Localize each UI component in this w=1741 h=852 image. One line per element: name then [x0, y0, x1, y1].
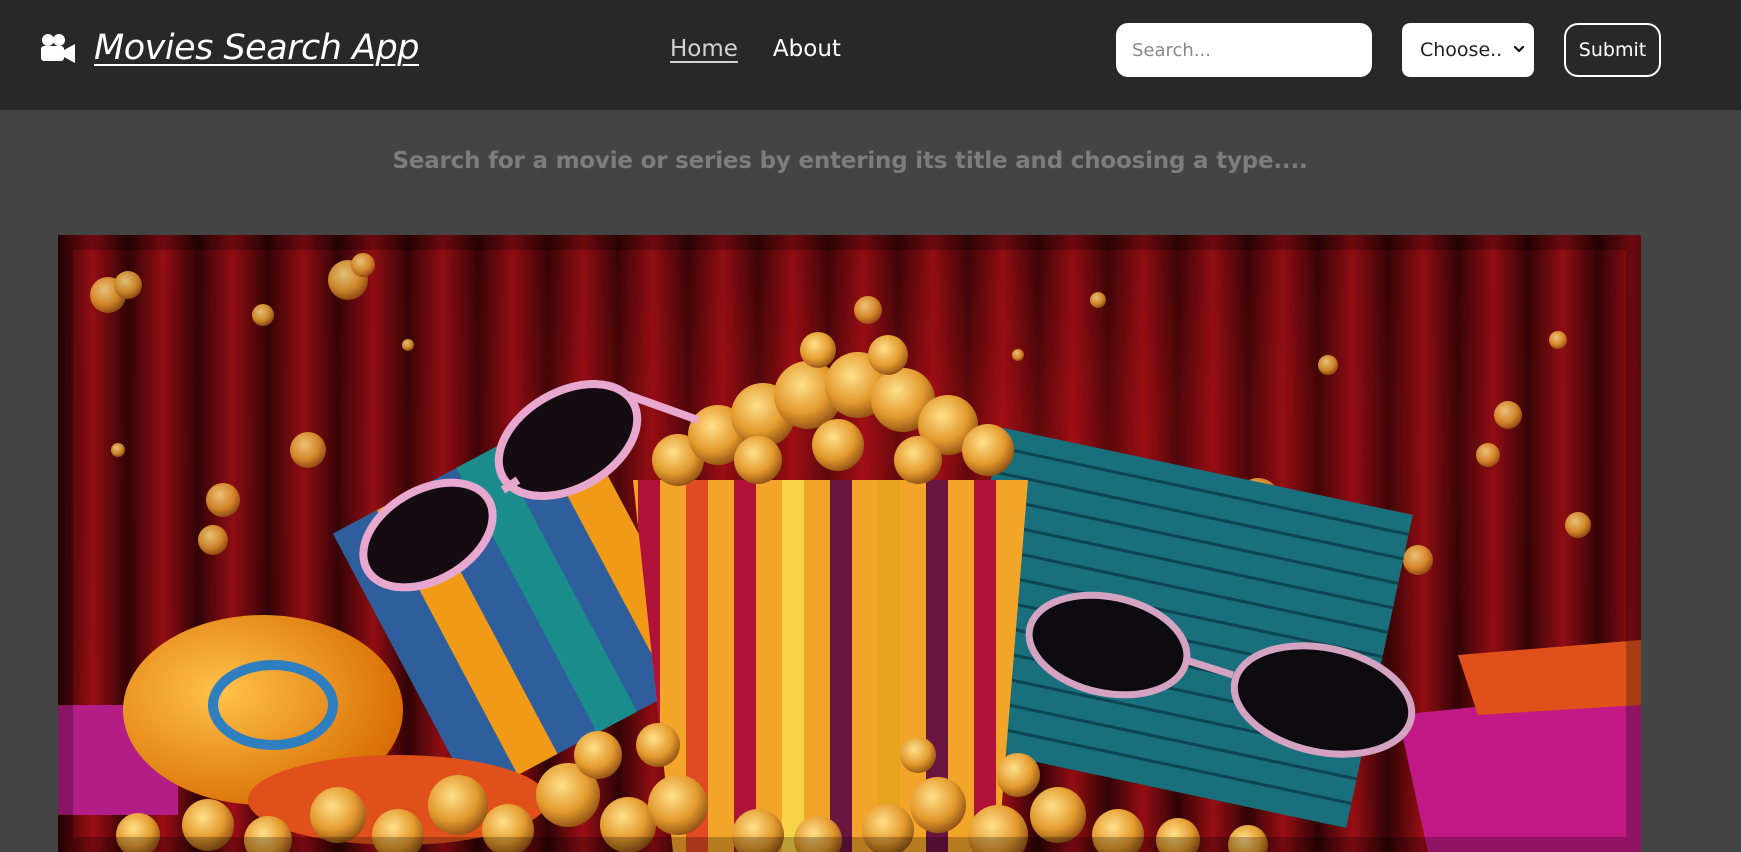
nav-link-home[interactable]: Home — [670, 36, 738, 62]
type-select-value: Choose.. — [1420, 39, 1503, 61]
navbar: Movies Search App Home About Choose.. Su… — [0, 0, 1741, 110]
hero-popcorn-illustration — [58, 235, 1641, 852]
search-input[interactable] — [1116, 23, 1372, 77]
submit-button[interactable]: Submit — [1564, 23, 1661, 77]
nav-link-about[interactable]: About — [773, 36, 841, 62]
nav-links: Home About — [670, 36, 841, 62]
video-camera-icon — [41, 34, 75, 63]
brand-title: Movies Search App — [94, 28, 419, 68]
type-select[interactable]: Choose.. — [1402, 23, 1534, 77]
hero-image — [58, 235, 1641, 852]
brand-link[interactable]: Movies Search App — [40, 28, 419, 68]
chevron-down-icon — [1513, 45, 1525, 53]
intro-text: Search for a movie or series by entering… — [392, 148, 1308, 174]
